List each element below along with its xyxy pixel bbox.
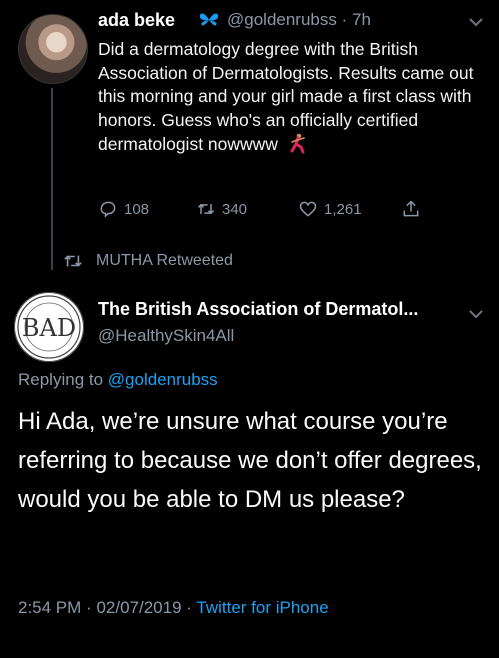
retweeted-by-notice[interactable]: MUTHA Retweeted [62,252,233,270]
tweet-author-name[interactable]: ada beke [98,10,175,31]
tweet-time-ago: 7h [352,10,371,29]
separator-dot: · [86,598,92,617]
reply-client-link[interactable]: Twitter for iPhone [196,598,328,617]
reply-author-name[interactable]: The British Association of Dermatol... [98,299,418,320]
svg-text:BAD: BAD [22,314,76,342]
share-button[interactable] [401,199,421,219]
reply-icon [100,201,116,218]
avatar-ada-beke[interactable] [18,14,88,84]
avatar-bad-logo[interactable]: BAD [14,292,84,362]
replying-prefix: Replying to [18,370,104,389]
retweeted-by-text: MUTHA Retweeted [96,252,233,269]
reply-date: 02/07/2019 [96,598,182,617]
reply-time: 2:54 PM [18,598,82,617]
tweet-handle-time[interactable]: @goldenrubss · 7h [227,10,371,30]
verified-butterfly-icon [199,13,219,26]
chevron-down-icon[interactable] [467,16,485,28]
chevron-down-icon[interactable] [467,308,485,320]
retweet-icon [197,203,215,215]
separator-dot: · [186,598,192,617]
reply-text: Hi Ada, we’re unsure what course you’re … [18,408,482,513]
retweet-button[interactable]: 340 [196,199,247,219]
tweet-body: Did a dermatology degree with the Britis… [98,38,488,157]
reply-button[interactable]: 108 [98,199,149,219]
retweet-count: 340 [222,200,248,218]
replying-to-link[interactable]: @goldenrubss [108,370,218,389]
reply-meta: 2:54 PM · 02/07/2019 · Twitter for iPhon… [18,598,329,618]
retweet-small-icon [64,255,82,267]
separator-dot: · [341,10,348,29]
reply-count: 108 [124,200,150,218]
tweet-actions: 108 340 1,261 [98,199,438,223]
bad-logo-icon: BAD [17,295,81,359]
tweet-author-handle: @goldenrubss [227,10,337,29]
like-count: 1,261 [324,200,362,218]
reply-author-handle[interactable]: @HealthySkin4All [98,326,234,346]
thread-connector-line [51,88,53,270]
share-icon [403,200,419,217]
like-button[interactable]: 1,261 [298,199,362,219]
replying-to-line: Replying to @goldenrubss [18,370,218,390]
like-icon [299,201,317,217]
dancer-emoji-icon [290,133,305,154]
tweet-text: Did a dermatology degree with the Britis… [98,39,474,154]
